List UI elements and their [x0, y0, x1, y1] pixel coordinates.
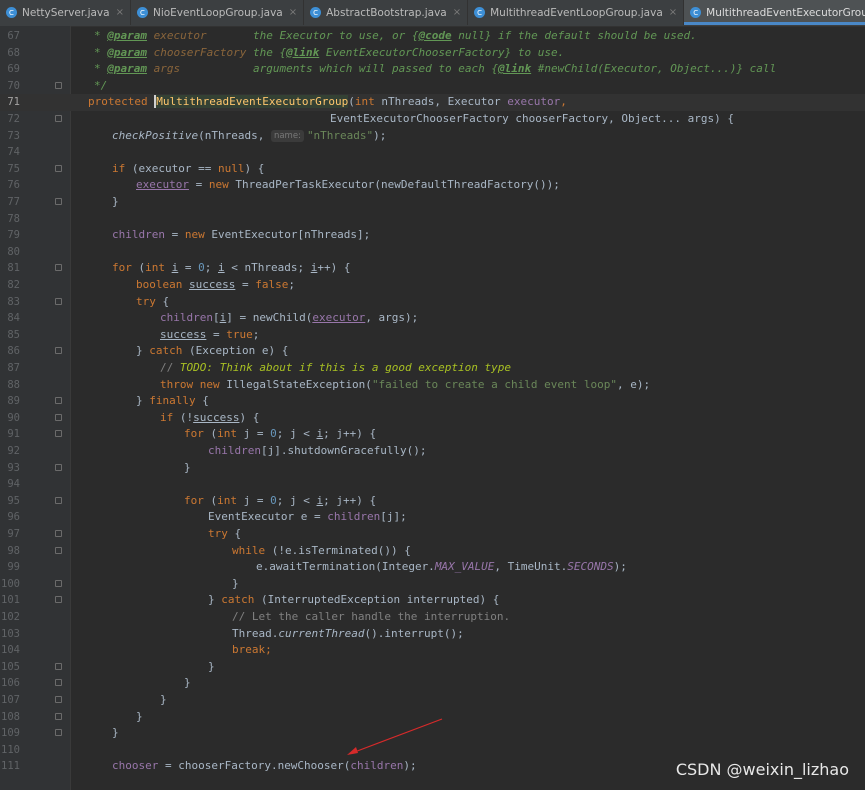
annotation-arrow [347, 718, 443, 755]
watermark: CSDN @weixin_lizhao [675, 760, 849, 779]
